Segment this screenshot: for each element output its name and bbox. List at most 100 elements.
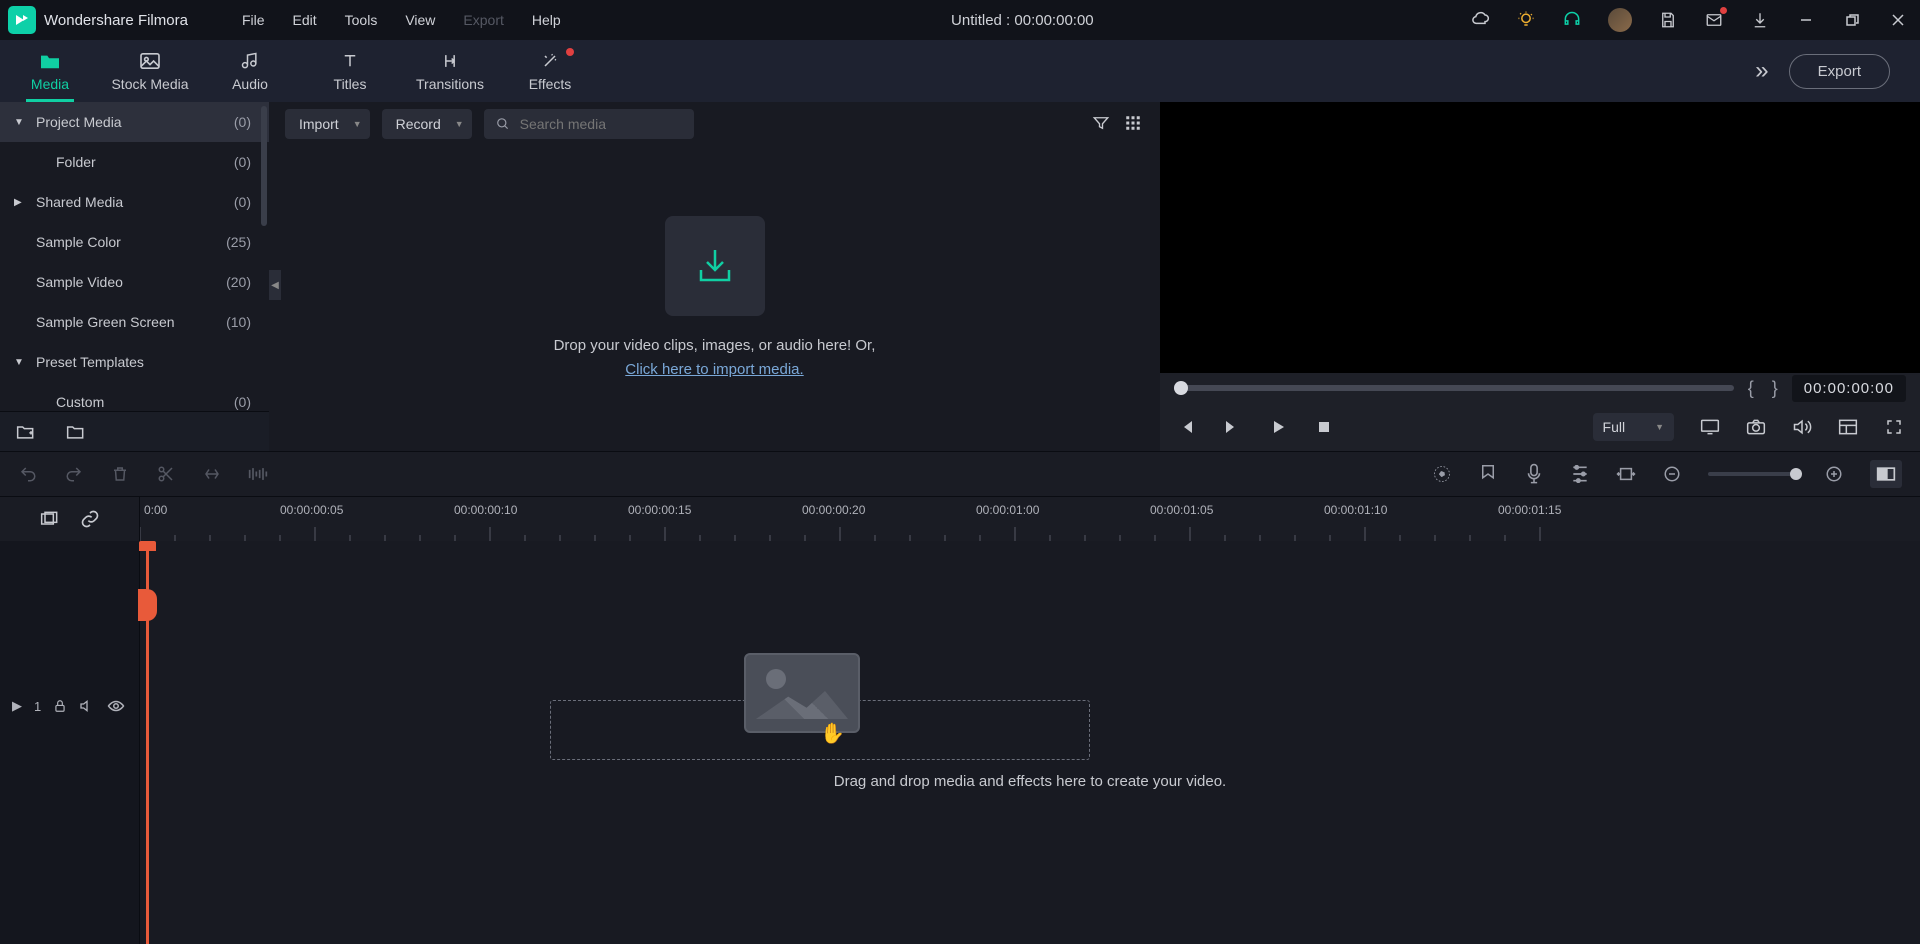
mark-in-icon[interactable]: { — [1744, 378, 1758, 399]
lock-icon[interactable] — [53, 699, 67, 713]
progress-handle[interactable] — [1174, 381, 1188, 395]
sidebar-item-custom[interactable]: Custom(0) — [0, 382, 269, 411]
notification-dot — [566, 48, 574, 56]
tab-stock-media[interactable]: Stock Media — [100, 40, 200, 102]
display-icon[interactable] — [1700, 417, 1720, 437]
menu-view[interactable]: View — [391, 12, 449, 28]
user-avatar[interactable] — [1608, 8, 1632, 32]
fullscreen-icon[interactable] — [1884, 417, 1904, 437]
tab-effects[interactable]: Effects — [500, 40, 600, 102]
prev-frame-icon[interactable] — [1176, 417, 1196, 437]
preview-screen — [1160, 102, 1920, 373]
ruler-marks — [140, 527, 1920, 541]
import-link[interactable]: Click here to import media. — [625, 361, 803, 378]
collapse-sidebar-handle[interactable]: ◀ — [269, 270, 281, 300]
zoom-handle[interactable] — [1790, 468, 1802, 480]
sidebar-item-folder[interactable]: Folder(0) — [0, 142, 269, 182]
fit-width-icon[interactable] — [1616, 464, 1636, 484]
folder-icon — [39, 50, 61, 72]
save-icon[interactable] — [1658, 10, 1678, 30]
tab-transitions[interactable]: Transitions — [400, 40, 500, 102]
tab-audio[interactable]: Audio — [200, 40, 300, 102]
image-icon — [139, 50, 161, 72]
redo-icon[interactable] — [64, 464, 84, 484]
export-button[interactable]: Export — [1789, 54, 1890, 89]
crop-icon[interactable] — [202, 464, 222, 484]
sidebar-item-sample-video[interactable]: Sample Video(20) — [0, 262, 269, 302]
track-area[interactable]: ✋ Drag and drop media and effects here t… — [140, 541, 1920, 944]
sidebar-item-sample-green-screen[interactable]: Sample Green Screen(10) — [0, 302, 269, 342]
sidebar-item-project-media[interactable]: ▼Project Media(0) — [0, 102, 269, 142]
import-dropdown[interactable]: Import▼ — [285, 109, 370, 139]
snapshot-icon[interactable] — [1746, 417, 1766, 437]
add-folder-icon[interactable] — [16, 423, 36, 441]
tab-media[interactable]: Media — [0, 40, 100, 102]
timeline-toolbar — [0, 451, 1920, 497]
tab-titles[interactable]: Titles — [300, 40, 400, 102]
mute-icon[interactable] — [79, 699, 95, 713]
speed-icon[interactable] — [248, 464, 268, 484]
effects-icon — [539, 50, 561, 72]
split-icon[interactable] — [156, 464, 176, 484]
timeline: 0:00 00:00:00:05 00:00:00:10 00:00:00:15… — [0, 497, 1920, 944]
close-icon[interactable] — [1888, 10, 1908, 30]
track-header-1[interactable]: ▶ 1 — [0, 681, 139, 731]
zoom-slider[interactable] — [1708, 472, 1798, 476]
sidebar-item-shared-media[interactable]: ▶Shared Media(0) — [0, 182, 269, 222]
layout-icon[interactable] — [1838, 417, 1858, 437]
menu-tools[interactable]: Tools — [331, 12, 392, 28]
preview-progress-bar: { } 00:00:00:00 — [1160, 373, 1920, 403]
maximize-icon[interactable] — [1842, 10, 1862, 30]
media-drop-zone[interactable]: Drop your video clips, images, or audio … — [269, 146, 1160, 451]
menu-file[interactable]: File — [228, 12, 279, 28]
delete-icon[interactable] — [110, 464, 130, 484]
grab-cursor-icon: ✋ — [820, 721, 845, 746]
mark-out-icon[interactable]: } — [1768, 378, 1782, 399]
audio-mixer-icon[interactable] — [1570, 464, 1590, 484]
zoom-out-icon[interactable] — [1662, 464, 1682, 484]
voiceover-icon[interactable] — [1524, 464, 1544, 484]
import-icon-box[interactable] — [665, 216, 765, 316]
track-number: 1 — [34, 699, 41, 714]
preview-quality-dropdown[interactable]: Full▼ — [1593, 413, 1674, 441]
undo-icon[interactable] — [18, 464, 38, 484]
render-icon[interactable] — [1432, 464, 1452, 484]
sidebar-item-sample-color[interactable]: Sample Color(25) — [0, 222, 269, 262]
next-frame-icon[interactable] — [1222, 417, 1242, 437]
filter-icon[interactable] — [1092, 114, 1112, 134]
main-tabs: Media Stock Media Audio Titles Transitio… — [0, 40, 1920, 102]
zoom-in-icon[interactable] — [1824, 464, 1844, 484]
folder-icon[interactable] — [66, 423, 86, 441]
eye-icon[interactable] — [107, 700, 125, 712]
menu-help[interactable]: Help — [518, 12, 575, 28]
progress-track[interactable] — [1174, 385, 1734, 391]
record-dropdown[interactable]: Record▼ — [382, 109, 472, 139]
search-input[interactable] — [520, 116, 682, 132]
bulb-icon[interactable] — [1516, 10, 1536, 30]
drop-text: Drop your video clips, images, or audio … — [554, 334, 876, 382]
marker-icon[interactable] — [1478, 464, 1498, 484]
message-icon[interactable] — [1704, 10, 1724, 30]
play-icon[interactable] — [1268, 417, 1288, 437]
sidebar-scrollbar[interactable] — [261, 106, 267, 226]
text-icon — [339, 50, 361, 72]
playhead[interactable] — [146, 541, 149, 944]
cloud-icon[interactable] — [1470, 10, 1490, 30]
volume-icon[interactable] — [1792, 417, 1812, 437]
ruler-tick: 00:00:00:05 — [280, 503, 343, 517]
search-media[interactable] — [484, 109, 694, 139]
sidebar-item-preset-templates[interactable]: ▼Preset Templates — [0, 342, 269, 382]
zoom-fit-button[interactable] — [1870, 460, 1902, 488]
stop-icon[interactable] — [1314, 417, 1334, 437]
headset-icon[interactable] — [1562, 10, 1582, 30]
link-icon[interactable] — [80, 509, 100, 529]
preview-panel: { } 00:00:00:00 Full▼ — [1160, 102, 1920, 451]
timeline-ruler[interactable]: 0:00 00:00:00:05 00:00:00:10 00:00:00:15… — [140, 497, 1920, 541]
menu-edit[interactable]: Edit — [279, 12, 331, 28]
grid-view-icon[interactable] — [1124, 114, 1144, 134]
download-icon[interactable] — [1750, 10, 1770, 30]
minimize-icon[interactable] — [1796, 10, 1816, 30]
tab-media-label: Media — [31, 76, 69, 92]
timeline-settings-icon[interactable] — [40, 510, 60, 528]
more-tabs-icon[interactable]: » — [1755, 57, 1768, 85]
